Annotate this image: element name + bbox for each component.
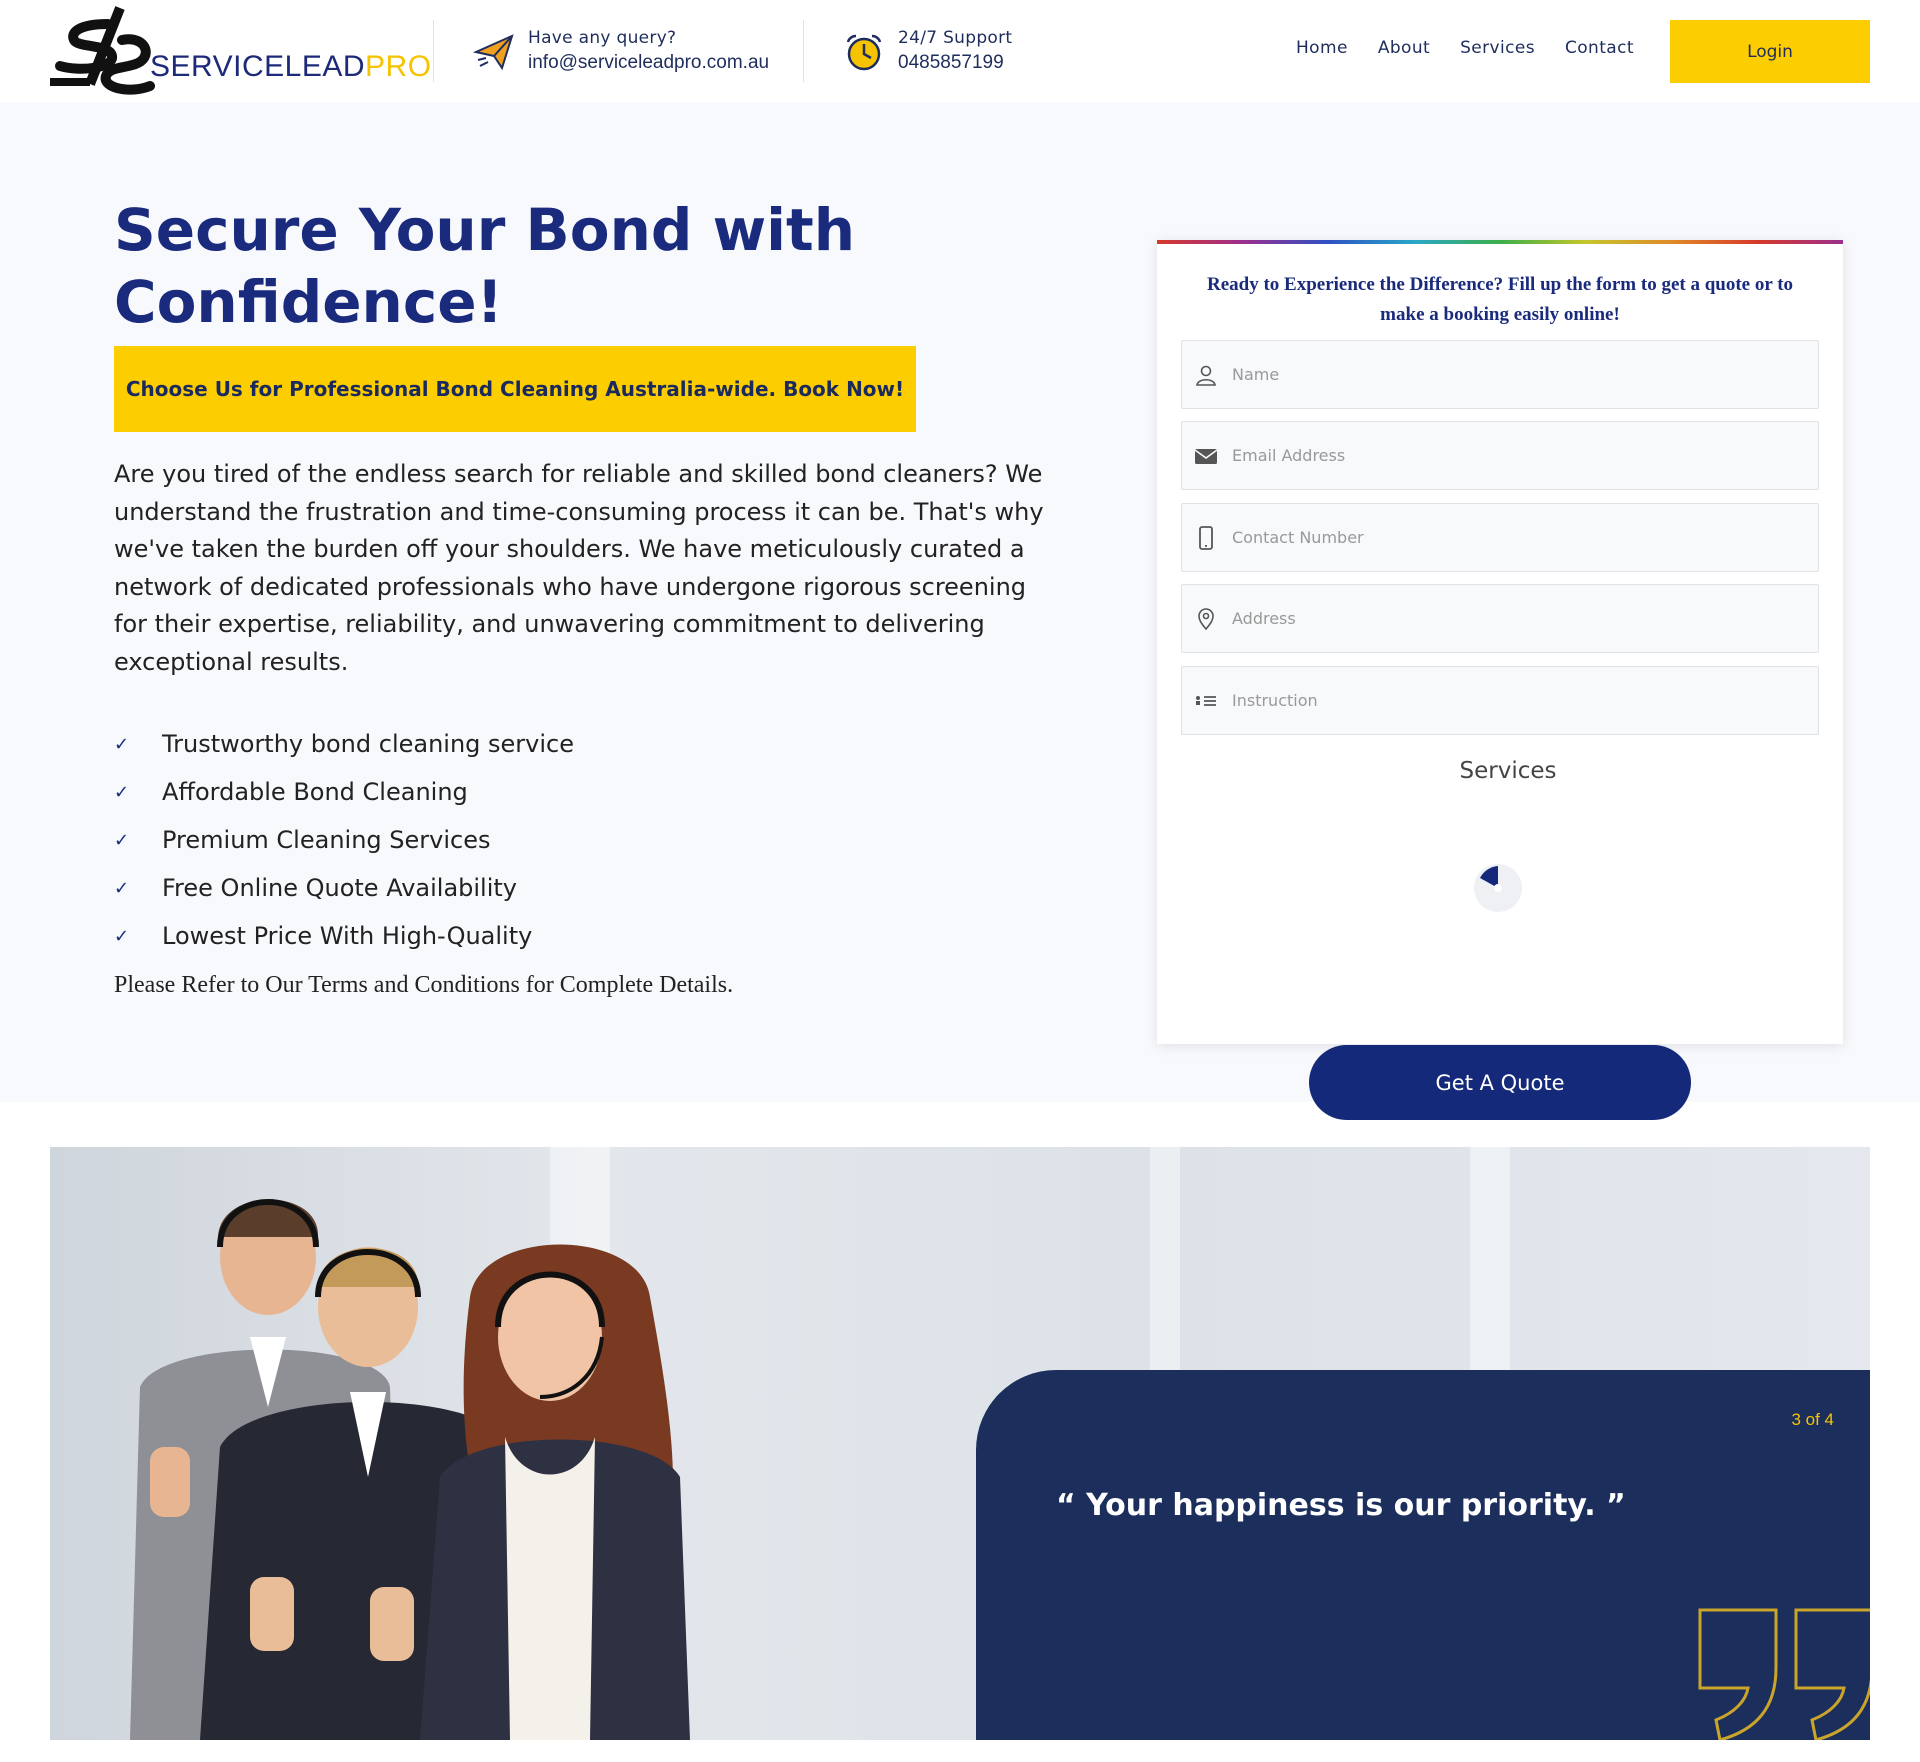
nav-services[interactable]: Services [1460,38,1535,58]
quote-mark-icon [1698,1608,1870,1740]
header-divider [433,20,434,82]
check-icon: ✓ [114,925,130,947]
support-title: 24/7 Support [898,28,1013,48]
header-divider [803,20,804,82]
instruction-input[interactable] [1232,667,1812,734]
login-button[interactable]: Login [1670,20,1870,83]
alarm-clock-icon [846,34,882,71]
user-icon [1196,365,1216,386]
support-contact: 24/7 Support 0485857199 [842,26,1082,76]
check-icon: ✓ [114,781,130,803]
feature-label: Lowest Price With High-Quality [162,922,533,950]
logo-name: SERVICELEAD [150,50,366,83]
slide-counter: 3 of 4 [1791,1410,1834,1429]
terms-note[interactable]: Please Refer to Our Terms and Conditions… [114,972,733,999]
query-contact: Have any query? info@serviceleadpro.com.… [472,26,792,76]
instruction-field [1181,666,1819,735]
list-item: ✓ Affordable Bond Cleaning [114,768,574,816]
envelope-icon [1194,449,1218,464]
query-email[interactable]: info@serviceleadpro.com.au [528,52,769,74]
feature-label: Premium Cleaning Services [162,826,491,854]
promo-banner[interactable]: Choose Us for Professional Bond Cleaning… [114,346,916,432]
feature-label: Affordable Bond Cleaning [162,778,468,806]
check-icon: ✓ [114,733,130,755]
testimonial-banner: 3 of 4 “ Your happiness is our priority.… [50,1147,1870,1740]
list-item: ✓ Trustworthy bond cleaning service [114,720,574,768]
name-field [1181,340,1819,409]
form-intro: Ready to Experience the Difference? Fill… [1206,274,1794,325]
quote-form: Ready to Experience the Difference? Fill… [1157,240,1843,1120]
testimonial-panel: 3 of 4 “ Your happiness is our priority.… [976,1370,1870,1740]
form-top-border [1157,240,1843,244]
nav-about[interactable]: About [1378,38,1430,58]
support-team-photo [130,1199,690,1740]
hero-intro: Are you tired of the endless search for … [114,460,1044,676]
hero-title: Secure Your Bond with Confidence! [114,196,856,336]
logo-suffix: PRO [365,50,432,83]
feature-list: ✓ Trustworthy bond cleaning service ✓ Affo… [114,720,574,960]
list-item: ✓ Lowest Price With High-Quality [114,912,574,960]
map-pin-icon [1198,608,1214,631]
site-logo[interactable]: SERVICELEADPRO [50,4,431,100]
main-nav: Home About Services Contact [1296,38,1634,58]
list-item: ✓ Premium Cleaning Services [114,816,574,864]
support-phone[interactable]: 0485857199 [898,52,1004,74]
services-label: Services [1459,758,1557,784]
address-field [1181,584,1819,653]
list-icon [1196,696,1216,706]
name-input[interactable] [1232,341,1812,408]
list-item: ✓ Free Online Quote Availability [114,864,574,912]
logo-mark-icon [50,6,155,95]
feature-label: Free Online Quote Availability [162,874,518,902]
nav-home[interactable]: Home [1296,38,1348,58]
contact-number-field [1181,503,1819,572]
testimonial-quote: “ Your happiness is our priority. ” [1056,1488,1626,1523]
phone-icon [1199,526,1213,550]
contact-number-input[interactable] [1232,504,1812,571]
email-input[interactable] [1232,422,1812,489]
feature-label: Trustworthy bond cleaning service [162,730,575,758]
logo-wordmark: SERVICELEADPRO [150,50,432,84]
hero-section: Secure Your Bond with Confidence! Choose… [0,102,1920,1120]
check-icon: ✓ [114,877,130,899]
get-quote-button[interactable]: Get A Quote [1309,1045,1691,1120]
paper-plane-icon [472,34,514,71]
site-header: SERVICELEADPRO Have any query? info@serv… [0,0,1920,102]
query-title: Have any query? [528,28,677,48]
check-icon: ✓ [114,829,130,851]
loading-spinner-icon [1474,864,1522,912]
email-field [1181,421,1819,490]
nav-contact[interactable]: Contact [1565,38,1634,58]
address-input[interactable] [1232,585,1812,652]
